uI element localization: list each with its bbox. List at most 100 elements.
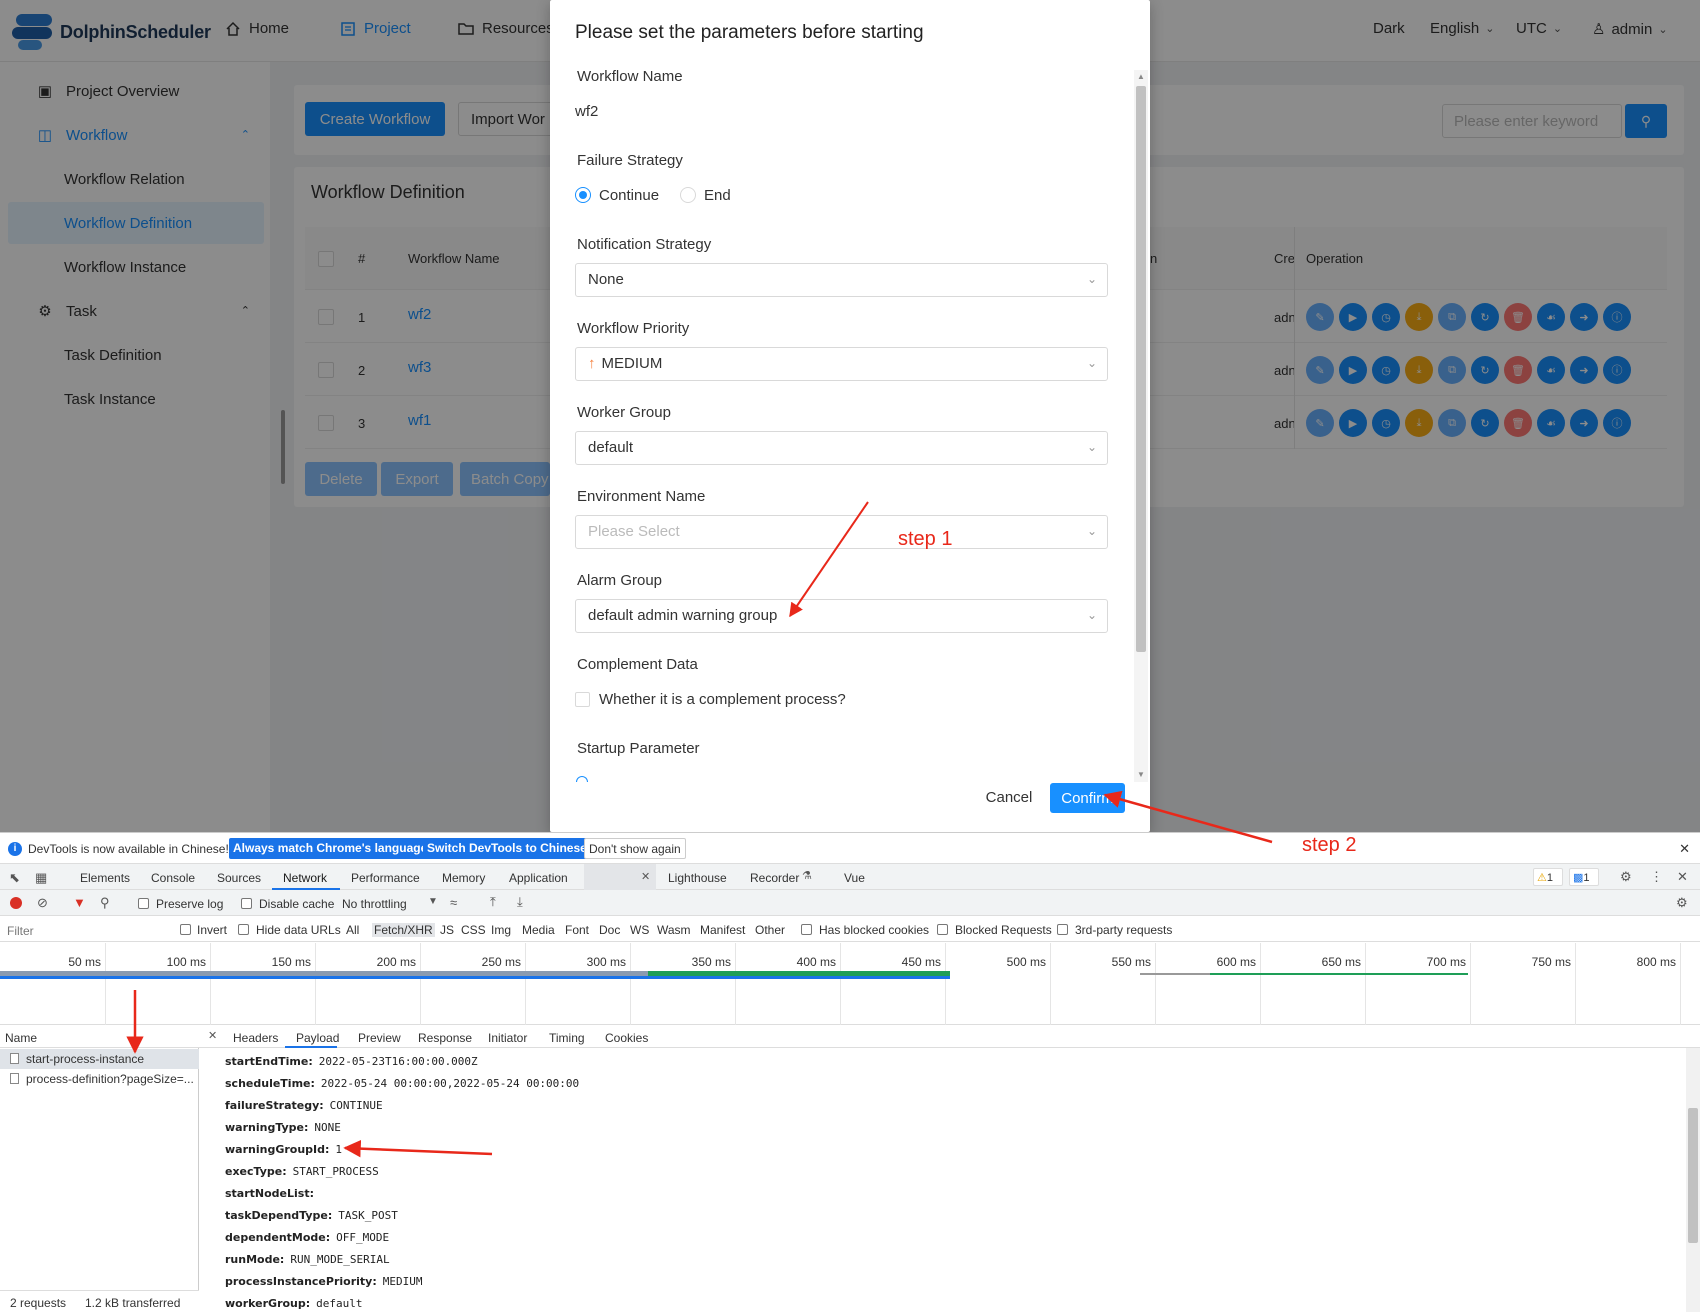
close-detail-icon[interactable]: ✕: [208, 1029, 217, 1042]
request-row[interactable]: start-process-instance: [0, 1049, 199, 1069]
detail-tab-timing[interactable]: Timing: [549, 1031, 585, 1045]
payload-row: startNodeList:: [225, 1187, 320, 1205]
type-filter-css[interactable]: CSS: [461, 923, 486, 937]
blocked-cookies-checkbox[interactable]: [801, 924, 812, 935]
blocked-requests-checkbox[interactable]: [937, 924, 948, 935]
type-filter-ws[interactable]: WS: [630, 923, 649, 937]
scroll-up-icon[interactable]: ▲: [1136, 72, 1146, 81]
notification-strategy-select[interactable]: None ⌄: [575, 263, 1108, 297]
environment-select[interactable]: Please Select ⌄: [575, 515, 1108, 549]
workflow-priority-select[interactable]: ↑ MEDIUM ⌄: [575, 347, 1108, 381]
match-language-button[interactable]: Always match Chrome's language: [229, 838, 432, 859]
tab-application[interactable]: Application: [509, 871, 568, 885]
failure-end-label: End: [704, 187, 731, 204]
third-party-checkbox[interactable]: [1057, 924, 1068, 935]
type-filter-img[interactable]: Img: [491, 923, 511, 937]
close-devtools-icon[interactable]: ✕: [1677, 869, 1688, 885]
type-filter-js[interactable]: JS: [440, 923, 454, 937]
notification-value: None: [588, 271, 624, 288]
disable-cache-checkbox[interactable]: [241, 898, 252, 909]
alarm-group-select[interactable]: default admin warning group ⌄: [575, 599, 1108, 633]
dont-show-again-button[interactable]: Don't show again: [584, 838, 686, 859]
network-timeline[interactable]: 50 ms 100 ms 150 ms 200 ms 250 ms 300 ms 350 m…: [0, 943, 1700, 1025]
tab-vue[interactable]: Vue: [844, 871, 865, 885]
warnings-badge[interactable]: ⚠1: [1533, 868, 1563, 886]
invert-checkbox[interactable]: [180, 924, 191, 935]
tab-lighthouse[interactable]: Lighthouse: [668, 871, 727, 885]
type-filter-other[interactable]: Other: [755, 923, 785, 937]
timeline-gridline: [315, 943, 316, 1025]
filter-icon[interactable]: ▼: [73, 895, 86, 910]
device-toolbar-icon[interactable]: ▦: [35, 870, 47, 886]
tab-recorder[interactable]: Recorder: [750, 871, 799, 885]
flask-icon: ⚗: [802, 870, 812, 882]
type-filter-doc[interactable]: Doc: [599, 923, 620, 937]
detail-tab-cookies[interactable]: Cookies: [605, 1031, 648, 1045]
tab-console[interactable]: Console: [151, 871, 195, 885]
alarm-group-label: Alarm Group: [577, 572, 663, 589]
tab-memory[interactable]: Memory: [442, 871, 485, 885]
request-row[interactable]: process-definition?pageSize=...: [0, 1069, 199, 1089]
upload-icon[interactable]: ⤒: [490, 894, 496, 910]
filter-toolbar: Filter Invert Hide data URLs All Fetch/XH…: [0, 916, 1700, 942]
detail-tab-preview[interactable]: Preview: [358, 1031, 401, 1045]
wifi-icon[interactable]: ≈: [450, 895, 457, 910]
close-icon[interactable]: ✕: [1679, 841, 1690, 857]
messages-badge[interactable]: ▩1: [1569, 868, 1599, 886]
clear-icon[interactable]: ⊘: [37, 895, 48, 911]
type-filter-all[interactable]: All: [346, 923, 359, 937]
type-filter-font[interactable]: Font: [565, 923, 589, 937]
worker-group-select[interactable]: default ⌄: [575, 431, 1108, 465]
name-header-label: Name: [5, 1031, 38, 1045]
scroll-down-icon[interactable]: ▼: [1136, 770, 1146, 779]
detail-tab-response[interactable]: Response: [418, 1031, 472, 1045]
name-column-header[interactable]: Name: [0, 1026, 199, 1048]
throttling-select[interactable]: No throttling: [342, 897, 407, 911]
settings-gear-icon[interactable]: ⚙: [1620, 869, 1632, 885]
timeline-gridline: [945, 943, 946, 1025]
request-name: start-process-instance: [26, 1052, 145, 1066]
payload-scroll-thumb[interactable]: [1688, 1108, 1698, 1243]
network-settings-icon[interactable]: ⚙: [1676, 895, 1688, 911]
payload-value: MEDIUM: [382, 1275, 423, 1288]
type-filter-media[interactable]: Media: [522, 923, 555, 937]
tab-elements[interactable]: Elements: [80, 871, 130, 885]
complement-data-label: Complement Data: [577, 656, 698, 673]
tab-network[interactable]: Network: [283, 871, 327, 885]
tab-sources[interactable]: Sources: [217, 871, 261, 885]
request-detail-tabs: ✕ Headers Payload Preview Response Initiator…: [199, 1026, 1700, 1048]
download-icon[interactable]: ⤓: [517, 894, 523, 910]
dialog-scroll-thumb[interactable]: [1136, 86, 1146, 652]
info-icon: i: [8, 842, 22, 856]
failure-end-radio[interactable]: [680, 187, 696, 203]
add-parameter-icon[interactable]: [576, 776, 588, 782]
type-filter-fetchxhr[interactable]: Fetch/XHR: [372, 923, 435, 937]
preserve-log-label: Preserve log: [156, 897, 224, 911]
inspect-icon[interactable]: ⬉: [9, 870, 20, 886]
search-icon[interactable]: ⚲: [100, 895, 110, 911]
payload-value: 1: [335, 1143, 343, 1156]
type-filter-manifest[interactable]: Manifest: [700, 923, 745, 937]
hide-data-urls-checkbox[interactable]: [238, 924, 249, 935]
tab-performance[interactable]: Performance: [351, 871, 420, 885]
detail-tab-headers[interactable]: Headers: [233, 1031, 278, 1045]
detail-tab-initiator[interactable]: Initiator: [488, 1031, 527, 1045]
worker-group-label: Worker Group: [577, 404, 671, 421]
preserve-log-checkbox[interactable]: [138, 898, 149, 909]
confirm-button[interactable]: Confirm: [1050, 783, 1125, 813]
more-options-icon[interactable]: ⋮: [1650, 869, 1663, 885]
caret-down-icon[interactable]: ▼: [428, 896, 438, 907]
complement-checkbox[interactable]: [575, 692, 590, 707]
filter-input[interactable]: Filter: [7, 924, 34, 938]
payload-key: warningGroupId:: [225, 1143, 330, 1156]
detail-tab-payload[interactable]: Payload: [296, 1031, 339, 1045]
timeline-tick-label: 500 ms: [1006, 955, 1046, 969]
warning-icon: ⚠: [1537, 872, 1547, 884]
cancel-button[interactable]: Cancel: [973, 782, 1045, 812]
close-tab-icon[interactable]: ✕: [641, 870, 650, 883]
step1-annotation: step 1: [898, 528, 953, 550]
record-icon[interactable]: [10, 897, 22, 909]
type-filter-wasm[interactable]: Wasm: [657, 923, 691, 937]
switch-chinese-button[interactable]: Switch DevTools to Chinese: [423, 838, 591, 859]
failure-continue-radio[interactable]: [575, 187, 591, 203]
